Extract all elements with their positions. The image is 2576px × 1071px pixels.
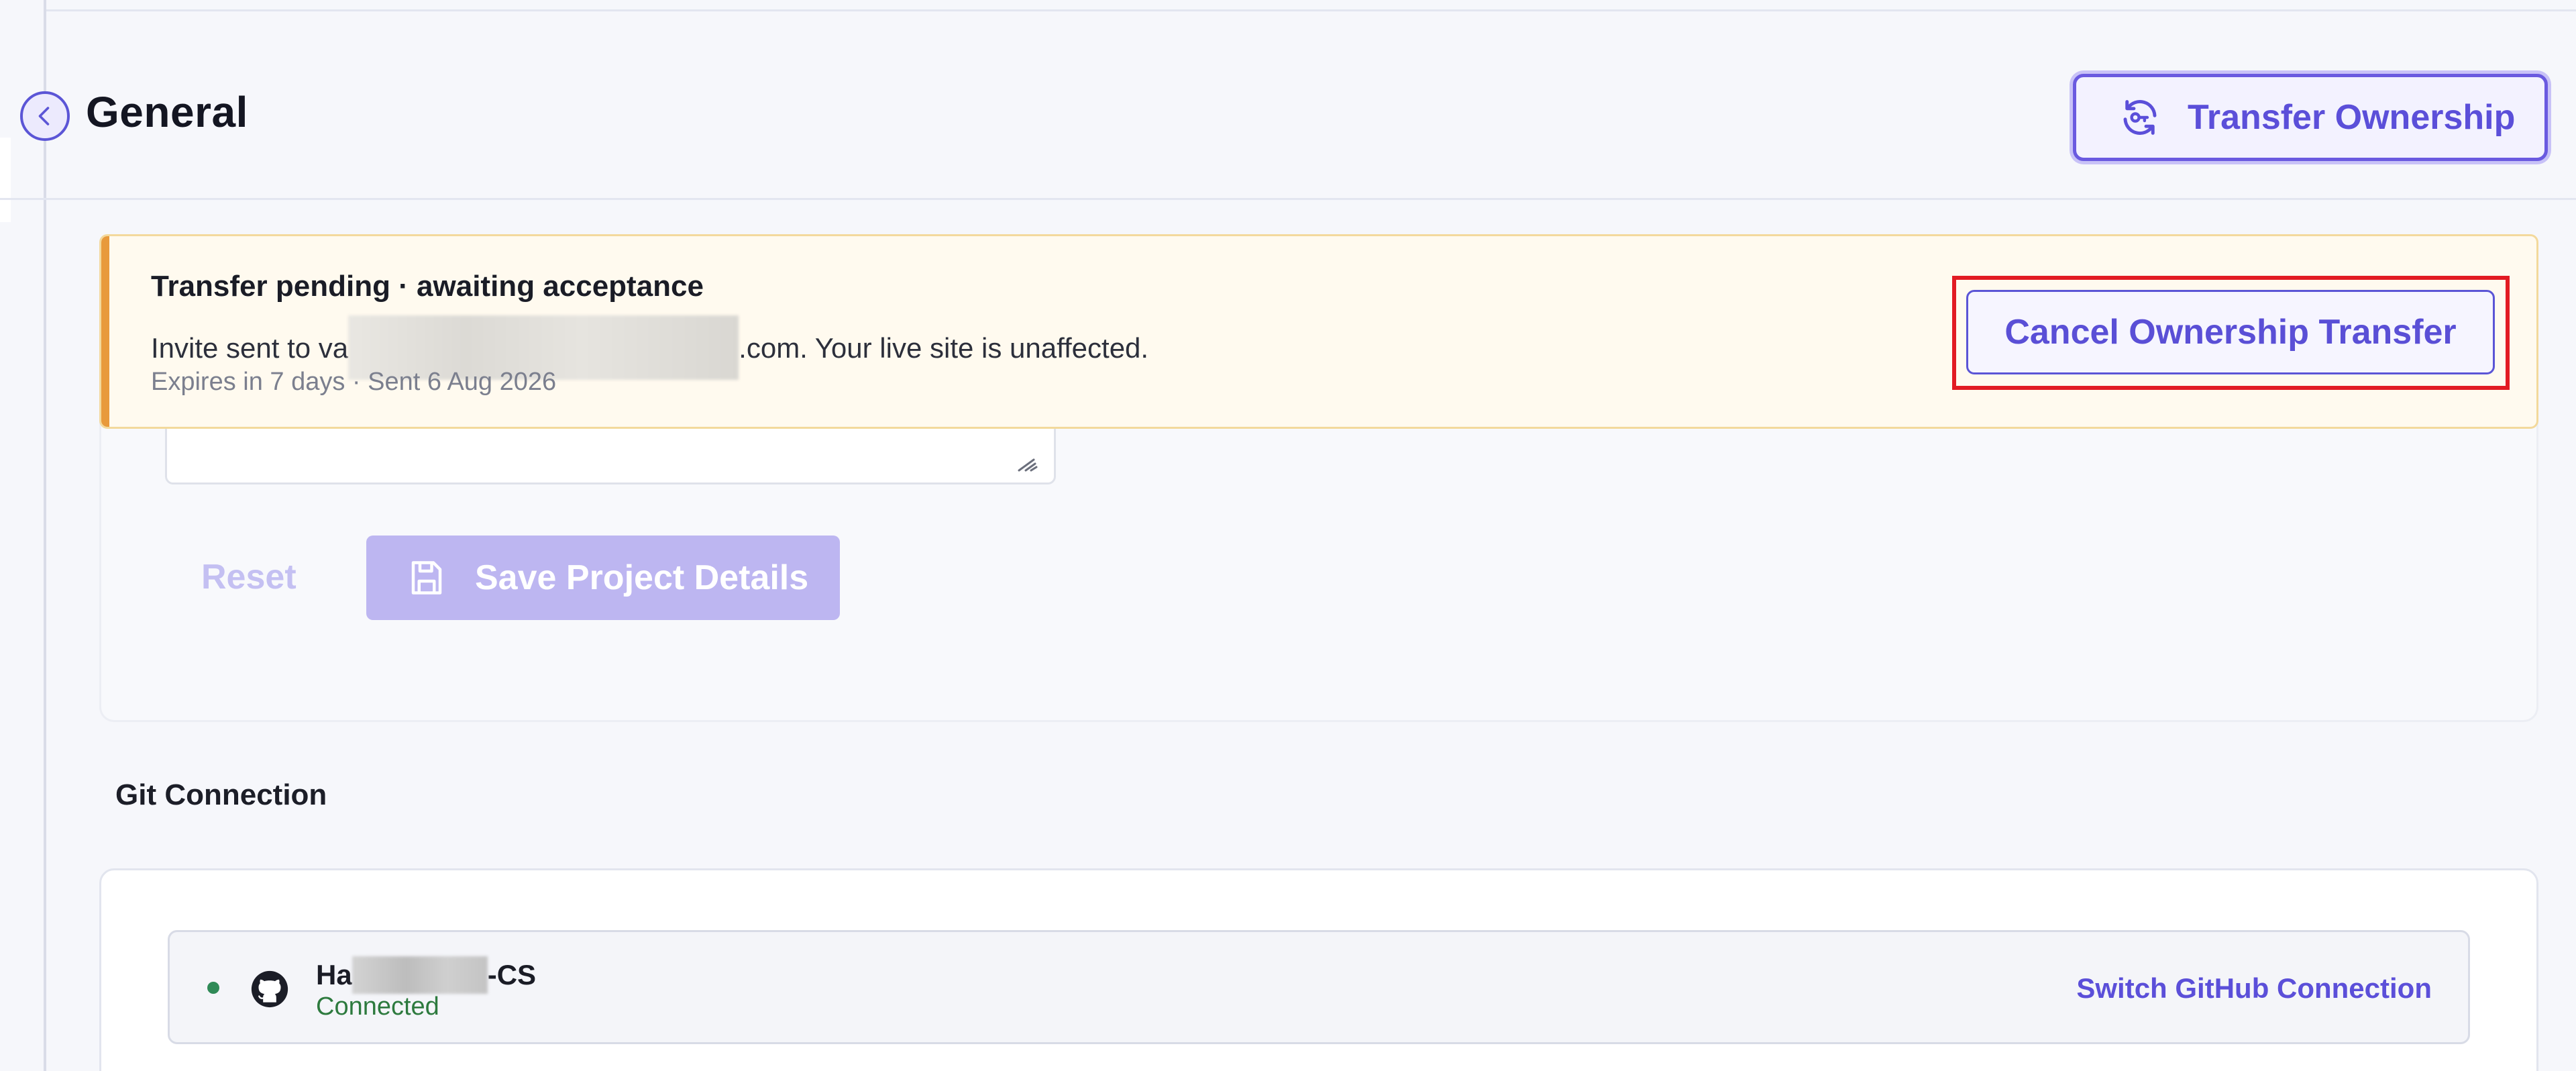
cancel-ownership-transfer-label: Cancel Ownership Transfer (2004, 313, 2457, 352)
repo-name-prefix: Ha (316, 959, 352, 990)
banner-title: Transfer pending · awaiting acceptance (151, 270, 704, 303)
page-title: General (86, 88, 248, 136)
git-connection-title: Git Connection (115, 778, 327, 811)
reset-button[interactable]: Reset (201, 557, 297, 597)
transfer-ownership-button[interactable]: Transfer Ownership (2073, 74, 2548, 161)
connected-status-dot (207, 982, 219, 994)
transfer-ownership-label: Transfer Ownership (2188, 98, 2516, 137)
banner-message-prefix: Invite sent to va (151, 332, 349, 364)
switch-github-connection-link[interactable]: Switch GitHub Connection (2076, 972, 2432, 1005)
save-project-details-label: Save Project Details (475, 558, 809, 597)
banner-accent-bar (101, 236, 109, 427)
resize-grip-icon (1018, 458, 1038, 472)
top-bar (46, 0, 2576, 11)
page-header: General Transfer Ownership (0, 11, 2576, 200)
save-project-details-button[interactable]: Save Project Details (366, 536, 840, 620)
chevron-left-icon (38, 107, 50, 125)
banner-message-suffix: .com. Your live site is unaffected. (739, 332, 1149, 364)
repo-connection-status: Connected (316, 992, 439, 1021)
github-icon (251, 970, 288, 1008)
redacted-repo-name (352, 956, 488, 994)
repo-name-suffix: -CS (487, 959, 537, 990)
floppy-disk-icon (411, 561, 442, 595)
repo-name: Ha -CS (316, 956, 536, 994)
git-repo-row: Ha -CS Connected Switch GitHub Connection (168, 930, 2470, 1044)
banner-meta: Expires in 7 days · Sent 6 Aug 2026 (151, 368, 557, 396)
refresh-key-icon (2123, 100, 2157, 135)
cancel-ownership-transfer-button[interactable]: Cancel Ownership Transfer (1966, 290, 2495, 374)
back-button[interactable] (20, 91, 70, 141)
